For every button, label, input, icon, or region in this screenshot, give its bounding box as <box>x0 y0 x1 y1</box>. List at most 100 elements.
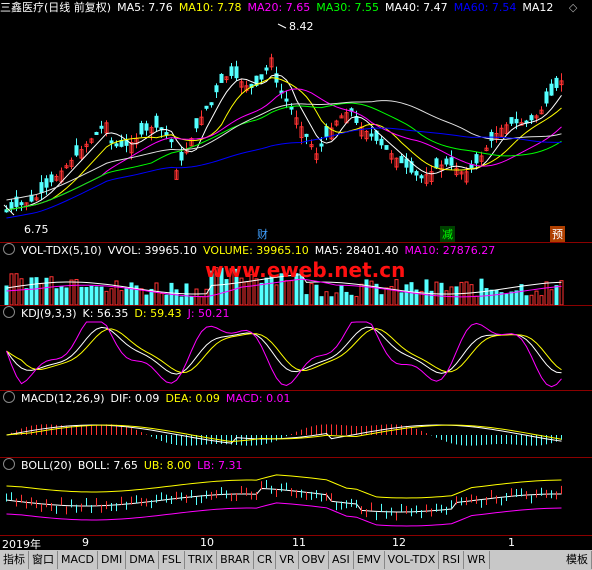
volume-bar <box>394 279 399 305</box>
tab-vr[interactable]: VR <box>276 551 299 569</box>
settings-icon[interactable] <box>3 306 15 318</box>
candle-body <box>369 133 374 137</box>
tab-wr[interactable]: WR <box>464 551 490 569</box>
candlestick-chart[interactable] <box>0 0 592 242</box>
volume-bar <box>489 289 494 305</box>
candle-body <box>304 133 309 137</box>
volume-bar <box>304 294 309 305</box>
ma-legend-item: MA12 <box>522 1 554 14</box>
volume-bar <box>379 294 384 305</box>
vol-ma5: MA5: 28401.40 <box>314 244 399 257</box>
kdj-d: D: 59.43 <box>134 307 182 320</box>
settings-icon[interactable] <box>3 391 15 403</box>
volume-bar <box>444 290 449 305</box>
stock-title[interactable]: 三鑫医疗(日线 前复权) <box>0 1 111 14</box>
volume-bar <box>39 283 44 305</box>
boll-panel[interactable]: BOLL(20) BOLL: 7.65 UB: 8.00 LB: 7.31 <box>0 458 592 535</box>
volume-bar <box>469 284 474 305</box>
tab-rsi[interactable]: RSI <box>439 551 465 569</box>
volume-bar <box>284 280 289 305</box>
tab-template[interactable]: 模板 <box>563 551 592 569</box>
volume-bar <box>454 286 459 305</box>
candle-body <box>209 102 214 106</box>
kdj-j-line <box>6 321 562 388</box>
candle-body <box>509 117 514 124</box>
boll-ub: UB: 8.00 <box>143 459 192 472</box>
candle-body <box>164 132 169 136</box>
marker-forecast[interactable]: 预 <box>550 226 565 242</box>
tab-dma[interactable]: DMA <box>126 551 159 569</box>
volume-bar <box>64 287 69 305</box>
volume-bar <box>29 277 34 305</box>
volume-bar <box>144 294 149 305</box>
ma-legend-item: MA40: 7.47 <box>384 1 448 14</box>
ma40-line <box>6 100 562 201</box>
high-label: 8.42 <box>289 20 314 33</box>
price-panel[interactable]: 三鑫医疗(日线 前复权) MA5: 7.76 MA10: 7.78 MA20: 7.6… <box>0 0 592 242</box>
candle-body <box>469 164 474 169</box>
tab-窗口[interactable]: 窗口 <box>29 551 58 569</box>
volume-bar <box>164 294 169 305</box>
macd-panel[interactable]: MACD(12,26,9) DIF: 0.09 DEA: 0.09 MACD: 0.0… <box>0 391 592 457</box>
tab-trix[interactable]: TRIX <box>185 551 218 569</box>
volume-bar <box>189 295 194 305</box>
volume-bar <box>504 293 509 305</box>
tab-emv[interactable]: EMV <box>354 551 385 569</box>
volume-bar <box>349 294 354 305</box>
candle-body <box>384 145 389 150</box>
volume-bar <box>14 273 19 305</box>
volume-bar <box>369 280 374 305</box>
tab-brar[interactable]: BRAR <box>217 551 255 569</box>
candle-body <box>119 140 124 147</box>
volume-bar <box>474 295 479 305</box>
ma-legend-item: MA10: 7.78 <box>178 1 242 14</box>
marker-finance[interactable]: 财 <box>255 226 270 242</box>
volume-bar <box>544 281 549 305</box>
candle-body <box>264 67 269 71</box>
volume-bar <box>399 292 404 305</box>
ma20-line <box>6 88 562 211</box>
tab-cr[interactable]: CR <box>254 551 277 569</box>
volume-bar <box>494 290 499 305</box>
candle-body <box>144 123 149 131</box>
candle-body <box>169 139 174 143</box>
marker-reduce[interactable]: 减 <box>440 226 455 242</box>
ma-legend-item: MA60: 7.54 <box>453 1 517 14</box>
kdj-panel[interactable]: KDJ(9,3,3) K: 56.35 D: 59.43 J: 50.21 <box>0 306 592 390</box>
tab-fsl[interactable]: FSL <box>159 551 185 569</box>
volume-bar <box>359 283 364 305</box>
expand-icon[interactable]: ◇ <box>569 1 577 14</box>
candle-body <box>259 74 264 80</box>
candle-body <box>529 115 534 121</box>
volume-bar <box>549 289 554 305</box>
tab-指标[interactable]: 指标 <box>0 551 29 569</box>
tab-vol-tdx[interactable]: VOL-TDX <box>385 551 440 569</box>
volume-bar <box>159 292 164 305</box>
candle-body <box>404 158 409 168</box>
volume-bar <box>404 284 409 305</box>
tab-dmi[interactable]: DMI <box>98 551 127 569</box>
candle-body <box>154 115 159 128</box>
macd-header: MACD(12,26,9) DIF: 0.09 DEA: 0.09 MACD: 0.0… <box>0 391 297 407</box>
volume-bar <box>44 277 49 305</box>
candle-body <box>9 202 14 209</box>
settings-icon[interactable] <box>3 243 15 255</box>
tab-asi[interactable]: ASI <box>329 551 354 569</box>
tab-obv[interactable]: OBV <box>299 551 329 569</box>
kdj-k-line <box>6 326 562 375</box>
candle-body <box>44 178 49 188</box>
volume-bar <box>524 295 529 305</box>
volume-value: VOLUME: 39965.10 <box>203 244 309 257</box>
boll-header: BOLL(20) BOLL: 7.65 UB: 8.00 LB: 7.31 <box>0 458 249 474</box>
volume-bar <box>529 294 534 305</box>
settings-icon[interactable] <box>3 458 15 470</box>
volume-bar <box>259 282 264 305</box>
volume-bar <box>9 273 14 305</box>
candle-body <box>204 105 209 109</box>
volume-bar <box>114 280 119 305</box>
high-pointer <box>277 23 287 29</box>
boll-lb: LB: 7.31 <box>197 459 243 472</box>
tab-macd[interactable]: MACD <box>58 551 98 569</box>
candle-body <box>354 116 359 124</box>
volume-bar <box>314 284 319 305</box>
